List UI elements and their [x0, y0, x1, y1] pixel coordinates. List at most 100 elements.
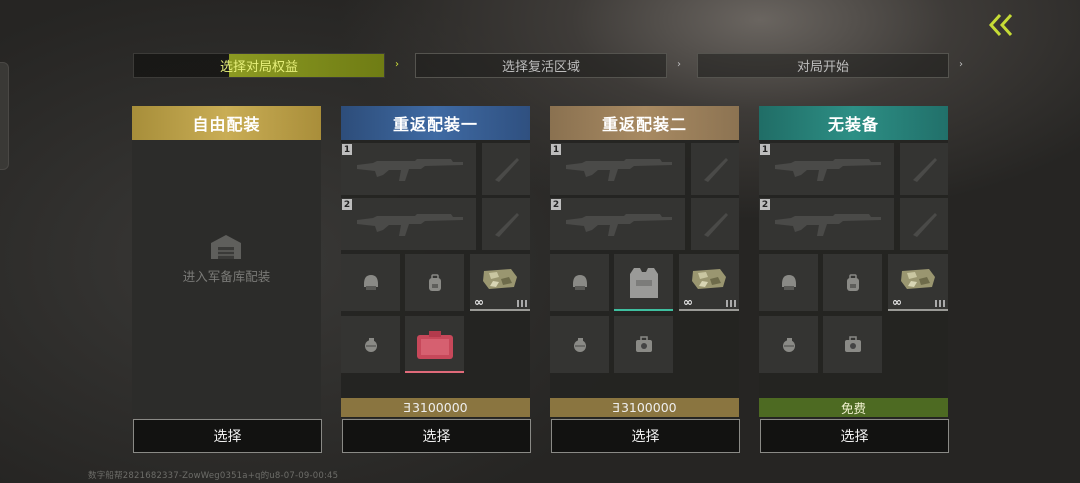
card-title: 重返配装一 — [341, 106, 530, 140]
knife-icon — [704, 213, 728, 237]
vest-icon — [629, 267, 658, 298]
select-button-free[interactable]: 选择 — [133, 419, 322, 453]
knife-icon — [495, 213, 519, 237]
infinity-icon: ∞ — [474, 295, 484, 309]
medical-slot[interactable] — [405, 316, 464, 373]
secondary-weapon-slot[interactable]: 2 — [550, 198, 685, 250]
loadout-card-no-gear[interactable]: 无装备 1 2 ∞ — [759, 106, 948, 418]
backpack-slot[interactable] — [405, 254, 464, 311]
medical-slot[interactable] — [614, 316, 673, 373]
secondary-weapon-slot[interactable]: 2 — [341, 198, 476, 250]
double-chevron-left-icon[interactable] — [986, 12, 1016, 38]
price-value: 免费 — [840, 401, 866, 416]
price-value: 3100000 — [620, 400, 677, 415]
step-label: 选择复活区域 — [501, 60, 580, 75]
primary-weapon-slot[interactable]: 1 — [550, 143, 685, 195]
slot-number: 2 — [551, 199, 561, 210]
container-slot[interactable]: ∞ — [679, 254, 739, 311]
melee-slot[interactable] — [691, 143, 739, 195]
coin-icon: Ǝ — [403, 400, 411, 415]
loadout-card-return-2[interactable]: 重返配装二 1 2 ∞ — [550, 106, 739, 418]
knife-icon — [704, 158, 728, 182]
secondary-weapon-slot[interactable]: 2 — [759, 198, 894, 250]
primary-weapon-slot[interactable]: 1 — [341, 143, 476, 195]
rifle-icon — [566, 214, 672, 236]
warehouse-label: 进入军备库配装 — [182, 269, 271, 284]
select-button-no-gear[interactable]: 选择 — [760, 419, 949, 453]
side-drawer-handle[interactable] — [0, 62, 9, 170]
slot-underline — [888, 309, 948, 311]
infinity-icon: ∞ — [892, 295, 902, 309]
slot-number: 2 — [760, 199, 770, 210]
melee-slot[interactable] — [900, 143, 948, 195]
armor-slot[interactable] — [614, 254, 673, 311]
rifle-icon — [566, 159, 672, 181]
melee-slot[interactable] — [900, 198, 948, 250]
grenade-slot[interactable] — [550, 316, 609, 373]
price-bar: Ǝ 3100000 — [341, 398, 530, 417]
price-bar: Ǝ 3100000 — [550, 398, 739, 417]
med-pouch-icon — [843, 335, 862, 353]
slot-underline — [470, 309, 530, 311]
rifle-icon — [775, 214, 881, 236]
camo-pack-icon — [692, 269, 726, 290]
grenade-icon — [363, 336, 378, 353]
slot-number: 1 — [342, 144, 352, 155]
watermark-text: 数字船帮2821682337-ZowWeg0351a+q的u8-07-09-00… — [88, 471, 339, 481]
coin-icon: Ǝ — [612, 400, 620, 415]
warehouse-entry[interactable]: 进入军备库配装 — [132, 140, 321, 418]
melee-slot[interactable] — [482, 143, 530, 195]
step-match-start[interactable]: 对局开始 — [697, 53, 949, 78]
select-button-return-2[interactable]: 选择 — [551, 419, 740, 453]
price-value: 3100000 — [411, 400, 468, 415]
helmet-slot[interactable] — [759, 254, 818, 311]
helmet-slot[interactable] — [341, 254, 400, 311]
step-arrow-icon: › — [395, 59, 399, 70]
container-slot[interactable]: ∞ — [470, 254, 530, 311]
helmet-icon — [572, 274, 587, 290]
knife-icon — [913, 213, 937, 237]
medical-slot[interactable] — [823, 316, 882, 373]
step-arrow-icon: › — [959, 59, 963, 70]
select-button-return-1[interactable]: 选择 — [342, 419, 531, 453]
step-label: 对局开始 — [796, 60, 849, 75]
grid-icon — [517, 300, 527, 307]
knife-icon — [495, 158, 519, 182]
slot-underline — [614, 309, 673, 311]
backpack-slot[interactable] — [823, 254, 882, 311]
melee-slot[interactable] — [691, 198, 739, 250]
rifle-icon — [775, 159, 881, 181]
infinity-icon: ∞ — [683, 295, 693, 309]
grenade-slot[interactable] — [341, 316, 400, 373]
melee-slot[interactable] — [482, 198, 530, 250]
card-title: 重返配装二 — [550, 106, 739, 140]
backpack-icon — [427, 273, 442, 292]
primary-weapon-slot[interactable]: 1 — [759, 143, 894, 195]
rifle-icon — [357, 214, 463, 236]
slot-number: 2 — [342, 199, 352, 210]
slot-number: 1 — [551, 144, 561, 155]
card-title: 无装备 — [759, 106, 948, 140]
step-select-benefits[interactable]: 选择对局权益 — [133, 53, 385, 78]
warehouse-icon — [211, 235, 241, 259]
slot-underline — [679, 309, 739, 311]
grid-icon — [726, 300, 736, 307]
helmet-icon — [781, 274, 796, 290]
card-title: 自由配装 — [132, 106, 321, 140]
grid-icon — [935, 300, 945, 307]
knife-icon — [913, 158, 937, 182]
price-bar-free: 免费 — [759, 398, 948, 417]
camo-pack-icon — [901, 269, 935, 290]
container-slot[interactable]: ∞ — [888, 254, 948, 311]
helmet-icon — [363, 274, 378, 290]
backpack-icon — [845, 273, 860, 292]
grenade-icon — [572, 336, 587, 353]
step-arrow-icon: › — [677, 59, 681, 70]
slot-underline — [405, 371, 464, 373]
med-pouch-icon — [634, 335, 653, 353]
grenade-slot[interactable] — [759, 316, 818, 373]
loadout-card-free[interactable]: 自由配装 进入军备库配装 — [132, 106, 321, 418]
loadout-card-return-1[interactable]: 重返配装一 1 2 ∞ — [341, 106, 530, 418]
step-select-respawn-area[interactable]: 选择复活区域 — [415, 53, 667, 78]
helmet-slot[interactable] — [550, 254, 609, 311]
